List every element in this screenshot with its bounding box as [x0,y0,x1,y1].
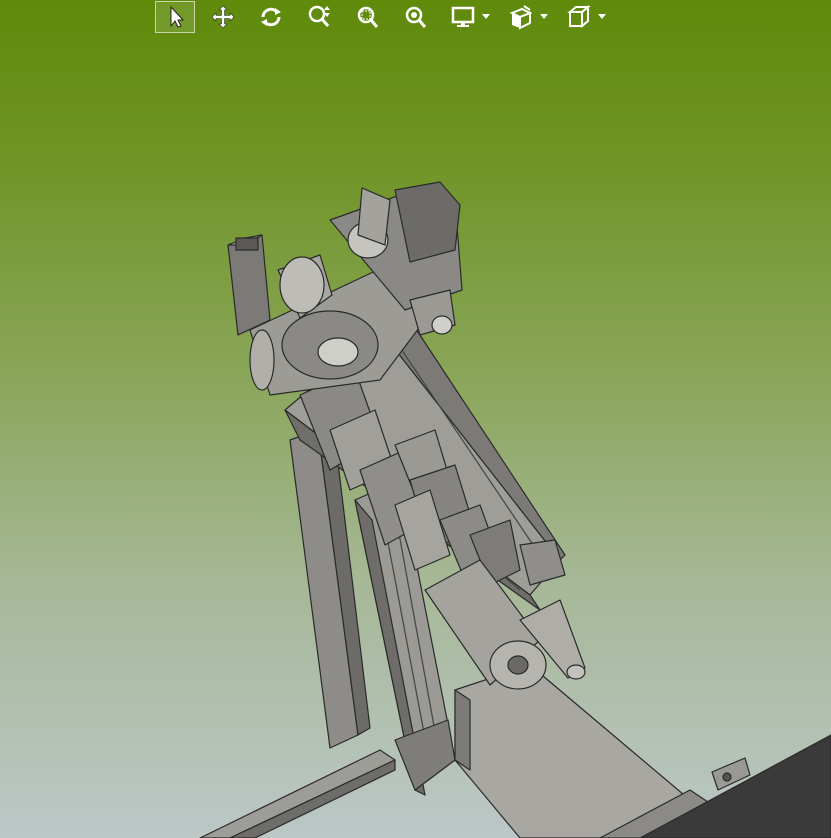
select-tool-button[interactable] [155,1,195,33]
chevron-down-icon [482,14,490,19]
rotate-tool-button[interactable] [251,1,291,33]
zoom-window-icon [357,6,379,28]
chevron-down-icon [540,14,548,19]
section-view-tool-button[interactable] [501,1,541,33]
left-stepper-motor[interactable] [227,234,271,336]
monitor-icon [451,6,475,27]
chevron-down-icon [598,14,606,19]
rotate-icon [261,7,281,27]
cad-assembly-model[interactable] [0,0,831,838]
zoom-updown-tool-button[interactable] [299,1,339,33]
cube-icon [567,4,591,29]
zoom-updown-icon [308,5,330,27]
view-orientation-tool-button[interactable] [559,1,599,33]
display-style-tool-button[interactable] [443,1,483,33]
zoom-window-tool-button[interactable] [347,1,387,33]
3d-viewport[interactable] [0,0,831,838]
move-arrows-icon [211,5,235,29]
arrow-pointer-icon [170,5,185,28]
section-view-icon [509,5,533,30]
pan-tool-button[interactable] [203,1,243,33]
zoom-fit-icon [405,6,427,28]
view-toolbar [155,0,617,34]
zoom-fit-tool-button[interactable] [395,1,435,33]
base-platform[interactable] [199,664,831,838]
